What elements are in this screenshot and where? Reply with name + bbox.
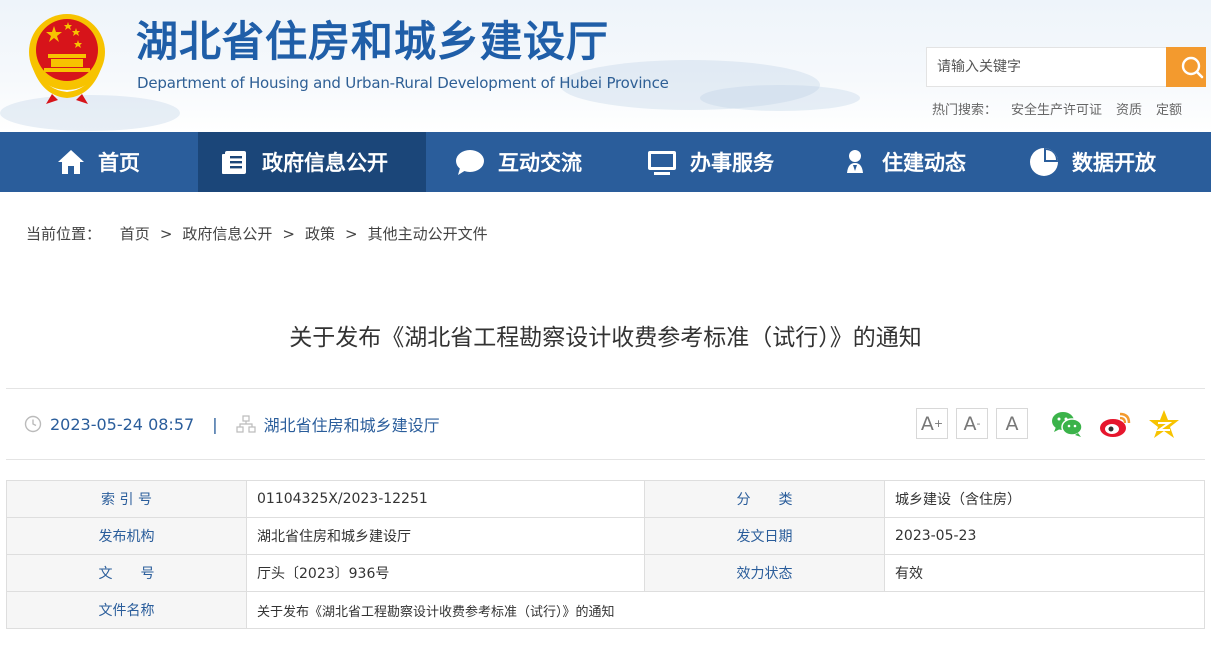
font-default-label: A	[1005, 412, 1019, 435]
search-input[interactable]	[926, 47, 1166, 87]
font-larger-mark: +	[933, 417, 944, 430]
index-number-label: 索 引 号	[6, 480, 247, 518]
breadcrumb-policy[interactable]: 政策	[305, 225, 335, 243]
document-info-table: 索 引 号 01104325X/2023-12251 分 类 城乡建设（含住房）…	[6, 480, 1205, 629]
document-number-value: 厅头〔2023〕936号	[246, 554, 645, 592]
nav-item-home[interactable]: 首页	[56, 132, 140, 192]
font-smaller-label: A	[963, 412, 977, 435]
nav-item-services[interactable]: 办事服务	[646, 132, 774, 192]
font-larger-label: A	[920, 412, 934, 435]
divider	[6, 459, 1205, 460]
document-name-label: 文件名称	[6, 591, 247, 629]
breadcrumb-home[interactable]: 首页	[120, 225, 150, 243]
breadcrumb-current[interactable]: 其他主动公开文件	[368, 225, 488, 243]
validity-label: 效力状态	[644, 554, 885, 592]
nav-item-interaction[interactable]: 互动交流	[454, 132, 582, 192]
meta-separator: |	[212, 414, 218, 434]
search-icon	[1181, 56, 1204, 79]
home-icon	[58, 150, 84, 174]
document-name-value: 关于发布《湖北省工程勘察设计收费参考标准（试行）》的通知	[246, 591, 1205, 629]
font-smaller-button[interactable]: A-	[956, 408, 988, 439]
table-row: 文 号 厅头〔2023〕936号 效力状态 有效	[6, 554, 1205, 592]
breadcrumb-separator: >	[345, 225, 358, 243]
nav-item-label: 政府信息公开	[262, 151, 388, 175]
hot-keyword[interactable]: 安全生产许可证	[1011, 103, 1102, 118]
breadcrumb-gov-info[interactable]: 政府信息公开	[182, 225, 272, 243]
nav-item-label: 首页	[98, 151, 140, 175]
hot-search: 热门搜索： 安全生产许可证 资质 定额	[932, 99, 1196, 118]
nav-item-label: 数据开放	[1072, 151, 1156, 175]
document-number-label: 文 号	[6, 554, 247, 592]
site-subtitle: Department of Housing and Urban-Rural De…	[137, 74, 669, 92]
hot-search-label: 热门搜索：	[932, 103, 998, 118]
search-button[interactable]	[1166, 47, 1206, 87]
breadcrumb-separator: >	[282, 225, 295, 243]
nav-item-open-data[interactable]: 数据开放	[1028, 132, 1156, 192]
hot-keyword[interactable]: 定额	[1156, 103, 1182, 118]
font-smaller-mark: -	[976, 417, 981, 430]
table-row: 索 引 号 01104325X/2023-12251 分 类 城乡建设（含住房）	[6, 480, 1205, 518]
monitor-icon	[648, 151, 676, 175]
search-box	[926, 47, 1206, 87]
main-nav: 首页 政府信息公开 互动交流 办事服务 住建动态 数据开放	[0, 132, 1211, 192]
national-emblem-icon	[29, 14, 105, 104]
publisher: 湖北省住房和城乡建设厅	[263, 416, 440, 435]
index-number-value: 01104325X/2023-12251	[246, 480, 645, 518]
chat-bubble-icon	[456, 150, 484, 175]
person-pin-icon	[847, 150, 863, 173]
validity-value: 有效	[884, 554, 1205, 592]
font-larger-button[interactable]: A +	[916, 408, 948, 439]
document-list-icon	[222, 151, 246, 174]
publish-datetime: 2023-05-24 08:57	[50, 414, 195, 434]
qzone-icon[interactable]	[1147, 408, 1181, 440]
nav-item-gov-info[interactable]: 政府信息公开	[198, 132, 426, 192]
hot-keyword[interactable]: 资质	[1116, 103, 1142, 118]
article-title: 关于发布《湖北省工程勘察设计收费参考标准（试行）》的通知	[289, 325, 922, 351]
divider	[6, 388, 1205, 389]
site-header: 湖北省住房和城乡建设厅 Department of Housing and Ur…	[0, 0, 1211, 132]
breadcrumb-label: 当前位置：	[26, 225, 102, 243]
issue-date-label: 发文日期	[644, 517, 885, 555]
pie-chart-icon	[1030, 148, 1058, 176]
font-default-button[interactable]: A	[996, 408, 1028, 439]
clock-icon	[24, 415, 42, 433]
nav-item-label: 互动交流	[498, 151, 582, 175]
breadcrumb-separator: >	[159, 225, 173, 243]
site-title: 湖北省住房和城乡建设厅	[136, 17, 610, 66]
nav-item-label: 办事服务	[690, 151, 774, 175]
nav-item-label: 住建动态	[882, 151, 966, 175]
category-value: 城乡建设（含住房）	[884, 480, 1205, 518]
organization-icon	[235, 415, 256, 433]
issuer-label: 发布机构	[6, 517, 247, 555]
nav-item-news[interactable]: 住建动态	[840, 132, 966, 192]
table-row: 发布机构 湖北省住房和城乡建设厅 发文日期 2023-05-23	[6, 517, 1205, 555]
issue-date-value: 2023-05-23	[884, 517, 1205, 555]
wechat-icon[interactable]	[1050, 408, 1084, 440]
weibo-icon[interactable]	[1098, 408, 1132, 440]
breadcrumb: 当前位置： 首页 > 政府信息公开 > 政策 > 其他主动公开文件	[26, 223, 488, 244]
category-label: 分 类	[644, 480, 885, 518]
issuer-value: 湖北省住房和城乡建设厅	[246, 517, 645, 555]
table-row: 文件名称 关于发布《湖北省工程勘察设计收费参考标准（试行）》的通知	[6, 591, 1205, 629]
cloud-decoration	[700, 85, 860, 111]
article-meta: 2023-05-24 08:57 | 湖北省住房和城乡建设厅	[24, 412, 440, 436]
